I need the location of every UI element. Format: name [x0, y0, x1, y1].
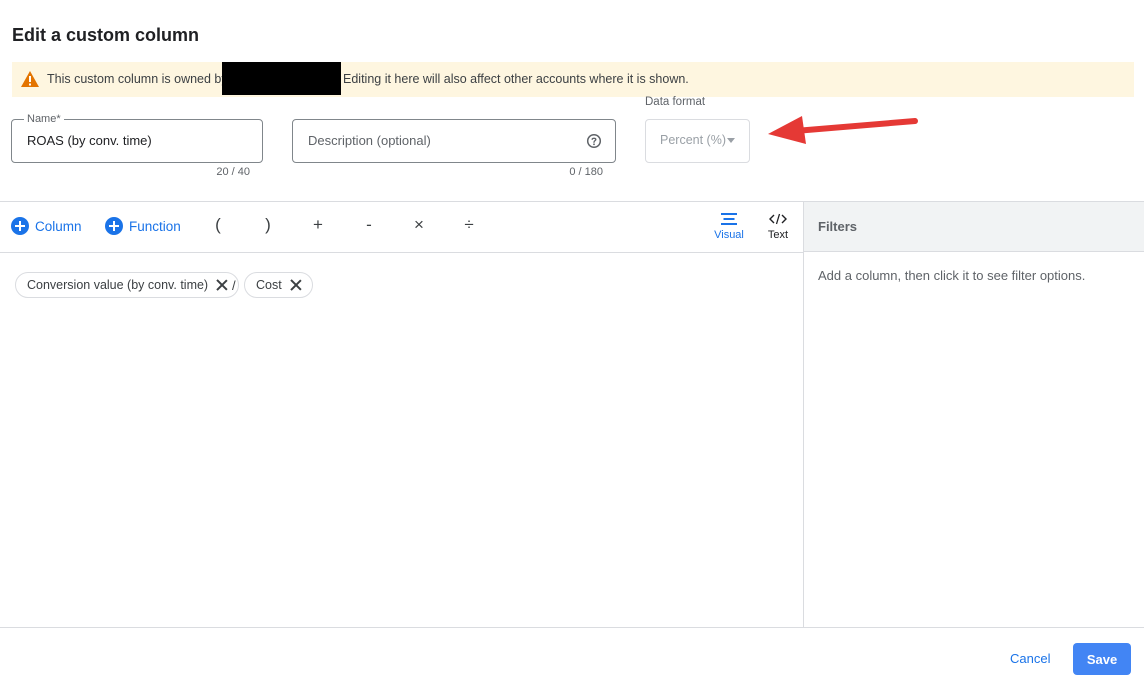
- formula-chip-label: Cost: [256, 278, 282, 292]
- dialog-title: Edit a custom column: [12, 25, 200, 45]
- formula-chip-label: Conversion value (by conv. time): [27, 278, 209, 292]
- add-function-label: Function: [129, 218, 181, 234]
- code-icon: [769, 213, 787, 225]
- multiply-operator-button[interactable]: ×: [409, 215, 429, 235]
- formula-column-chip[interactable]: Cost: [244, 272, 313, 298]
- name-field-label: Name*: [24, 113, 64, 125]
- formula-operator: /: [232, 278, 236, 293]
- remove-chip-icon[interactable]: [216, 279, 228, 291]
- add-function-button[interactable]: Function: [105, 217, 181, 235]
- description-placeholder[interactable]: Description (optional): [308, 133, 431, 148]
- cancel-button[interactable]: Cancel: [1010, 651, 1050, 666]
- warning-text-before: This custom column is owned by: [47, 72, 228, 86]
- plus-operator-button[interactable]: +: [308, 215, 328, 235]
- redacted-account-name: [222, 62, 341, 95]
- warning-text-after: Editing it here will also affect other a…: [343, 72, 689, 86]
- help-icon[interactable]: [586, 133, 602, 149]
- visual-mode-tab[interactable]: Visual: [709, 211, 749, 241]
- description-char-counter: 0 / 180: [569, 166, 603, 178]
- add-column-label: Column: [35, 218, 82, 234]
- data-format-label: Data format: [645, 96, 706, 108]
- divide-operator-button[interactable]: ÷: [459, 215, 479, 235]
- visual-mode-label: Visual: [714, 229, 744, 241]
- chevron-down-icon[interactable]: [727, 138, 735, 143]
- ownership-warning-banner: This custom column is owned by Editing i…: [12, 62, 1134, 97]
- toolbar-bottom-divider: [0, 252, 803, 253]
- filters-title: Filters: [818, 219, 858, 234]
- warning-icon: [21, 71, 39, 87]
- add-circle-icon: [105, 217, 123, 235]
- add-circle-icon: [11, 217, 29, 235]
- add-column-button[interactable]: Column: [11, 217, 82, 235]
- annotation-arrow-icon: [768, 116, 918, 144]
- name-field-value[interactable]: ROAS (by conv. time): [27, 133, 152, 148]
- visual-editor-icon: [721, 213, 737, 225]
- open-paren-button[interactable]: (: [208, 215, 228, 235]
- minus-operator-button[interactable]: -: [359, 215, 379, 235]
- filters-empty-message: Add a column, then click it to see filte…: [818, 268, 1086, 283]
- remove-chip-icon[interactable]: [290, 279, 302, 291]
- filters-panel-header: Filters: [804, 202, 1144, 252]
- name-char-counter: 20 / 40: [216, 166, 250, 178]
- filters-panel-divider: [803, 201, 804, 627]
- data-format-value[interactable]: Percent (%): [660, 133, 726, 147]
- save-button[interactable]: Save: [1073, 643, 1131, 675]
- footer-divider: [0, 627, 1144, 628]
- close-paren-button[interactable]: ): [258, 215, 278, 235]
- text-mode-tab[interactable]: Text: [758, 211, 798, 241]
- formula-column-chip[interactable]: Conversion value (by conv. time): [15, 272, 240, 298]
- text-mode-label: Text: [767, 229, 789, 241]
